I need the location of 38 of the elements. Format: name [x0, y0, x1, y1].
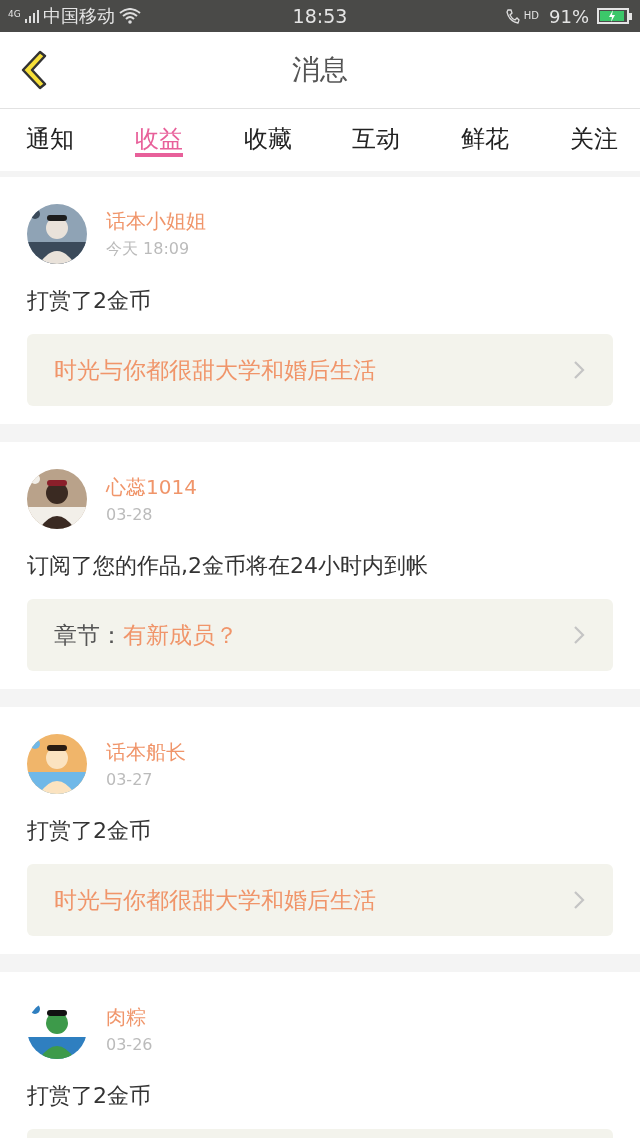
work-link[interactable]: 章节：有新成员？: [27, 599, 613, 671]
tab[interactable]: 收益: [134, 109, 183, 157]
message-time: 03-27: [106, 770, 154, 789]
battery-percent: 91%: [549, 5, 589, 27]
tab[interactable]: 收藏: [243, 109, 292, 157]
user-name[interactable]: 心蕊1014: [106, 474, 197, 501]
user-name[interactable]: 话本船长: [106, 739, 186, 766]
message-time: 今天 18:09: [106, 239, 191, 260]
work-title: 时光与你都很甜大学和婚后生活: [54, 355, 376, 385]
hd-label: HD: [523, 9, 539, 21]
work-title: 时光与你都很甜大学和婚后生活: [54, 885, 376, 915]
user-name[interactable]: 话本小姐姐: [106, 208, 206, 235]
carrier-label: 中国移动: [42, 4, 115, 28]
signal-icon: [24, 9, 39, 23]
chevron-right-icon: [573, 625, 585, 645]
tab[interactable]: 关注: [570, 109, 618, 157]
tab[interactable]: 鲜花: [461, 109, 510, 157]
page-title: 消息: [292, 52, 348, 88]
chapter-title: 有新成员？: [123, 621, 238, 648]
tab[interactable]: 通知: [26, 109, 74, 157]
phone-icon: [505, 8, 520, 24]
network-label: 4G: [8, 9, 21, 19]
message-text: 订阅了您的作品,2金币将在24小时内到帐: [27, 552, 429, 580]
message-text: 打赏了2金币: [27, 1082, 152, 1110]
status-time: 18:53: [292, 5, 348, 27]
chapter-label: 章节：: [54, 621, 123, 648]
message-time: 03-26: [106, 1035, 153, 1054]
message-text: 打赏了2金币: [27, 287, 152, 315]
tab[interactable]: 互动: [352, 109, 401, 157]
message-text: 打赏了2金币: [27, 817, 152, 845]
work-link[interactable]: 时光与你都很甜大学和婚后生活: [27, 334, 613, 406]
user-name[interactable]: 肉粽: [106, 1004, 153, 1031]
chevron-right-icon: [573, 890, 585, 910]
battery-icon: [597, 8, 632, 24]
chevron-right-icon: [573, 360, 585, 380]
work-link[interactable]: 时光与你都很甜大学和婚后生活: [27, 864, 613, 936]
message-time: 03-28: [106, 505, 154, 524]
wifi-icon: [118, 8, 141, 24]
